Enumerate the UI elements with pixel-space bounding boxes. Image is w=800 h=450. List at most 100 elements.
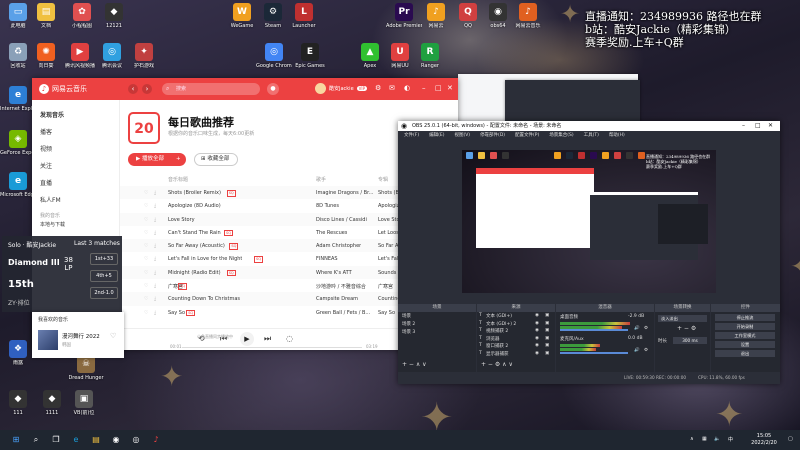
obs-menu-item[interactable]: 文件(F) (404, 133, 419, 138)
maximize-icon[interactable]: □ (755, 121, 761, 131)
scene-item[interactable]: 场景 3 (402, 329, 415, 335)
desktop-icon[interactable]: ▣ VB(前)位 (66, 390, 102, 416)
control-button[interactable]: 退出 (715, 350, 775, 357)
sidebar-item-discover[interactable]: 发现音乐 (40, 110, 64, 119)
add-icon[interactable]: + (176, 153, 181, 166)
source-item[interactable]: T 显示器捕获 ◉ ▣ (479, 351, 553, 358)
desktop-icon[interactable]: ◈ GeForce Experience (0, 130, 36, 156)
edge-icon[interactable]: e (70, 434, 82, 446)
obs-menu-item[interactable]: 工具(T) (584, 133, 599, 138)
desktop-icon[interactable]: L Launcher (286, 3, 322, 29)
heart-icon[interactable]: ♡ (144, 256, 148, 262)
notification-icon[interactable]: ▢ (788, 436, 793, 442)
forward-arrow-icon[interactable]: › (142, 84, 152, 94)
user-name[interactable]: 酷安Jackie (329, 85, 354, 92)
heart-icon[interactable]: ♡ (110, 332, 116, 340)
desktop-icon[interactable]: E Epic Games (292, 43, 328, 69)
eye-icon[interactable]: ◉ (535, 328, 539, 333)
source-item[interactable]: T 视频捕获 2 ◉ ▣ (479, 328, 553, 335)
source-item[interactable]: T 浏览器 ◉ ▣ (479, 336, 553, 343)
desktop-icon[interactable]: ◆ 1111 (34, 390, 70, 416)
obs-menu-item[interactable]: 编辑(E) (429, 133, 444, 138)
lock-icon[interactable]: ▣ (545, 321, 549, 326)
minimize-icon[interactable]: – (422, 84, 426, 92)
task-view-icon[interactable]: ❐ (50, 434, 62, 446)
desktop-icon[interactable]: ◎ Google Chrome (256, 43, 292, 69)
download-icon[interactable]: ⤓ (154, 217, 156, 223)
clock[interactable]: 15:05 2022/2/20 (744, 433, 784, 447)
volume-icon[interactable]: 🔈 (714, 436, 720, 442)
desktop-icon[interactable]: ◎ 腾讯会议 (94, 43, 130, 69)
gear-icon[interactable]: ⚙ (644, 348, 648, 353)
heart-icon[interactable]: ♡ (144, 203, 148, 209)
heart-icon[interactable]: ♡ (144, 283, 148, 289)
sidebar-item-fm[interactable]: 私人FM (40, 195, 61, 204)
sidebar-item-local[interactable]: 本地与下载 (40, 221, 65, 228)
source-item[interactable]: T 文本 (GDI+) 2 ◉ ▣ (479, 321, 553, 328)
desktop-icon[interactable]: ✺ 向日葵 (28, 43, 64, 69)
speaker-icon[interactable]: 🔊 (634, 326, 640, 331)
desktop-icon[interactable]: R Ranger (412, 43, 448, 69)
sidebar-item-podcast[interactable]: 播客 (40, 127, 52, 136)
close-icon[interactable]: ✕ (447, 84, 453, 92)
speaker-icon[interactable]: 🔊 (634, 348, 640, 353)
desktop-icon[interactable]: ✦ 护石游戏 (126, 43, 162, 69)
obs-preview[interactable]: 直播通知：234989936 路径也在群 b站：酷安Jackie（精彩集锦） 赛… (462, 150, 716, 293)
download-icon[interactable]: ⤓ (154, 230, 156, 236)
col-artist[interactable]: 歌手 (316, 176, 326, 183)
add-source-icon[interactable]: + − ⚙ ∧ ∨ (481, 361, 513, 368)
liked-music-popup[interactable]: 我喜欢的音乐 漫河舞行 2022 韩国 ♡ (32, 312, 124, 358)
lock-icon[interactable]: ▣ (545, 351, 549, 356)
network-icon[interactable]: ▦ (702, 436, 707, 442)
desktop-icon[interactable]: ▤ 文档 (28, 3, 64, 29)
desktop-icon[interactable]: e Microsoft Edge (0, 172, 36, 198)
desktop-icon[interactable]: ☠ Dread Hunger (68, 355, 104, 381)
scene-item[interactable]: 场景 2 (402, 321, 415, 327)
control-button[interactable]: 停止推流 (715, 314, 775, 321)
play-all-button[interactable]: ▶ 播放全部 + (128, 153, 186, 166)
settings-gear-icon[interactable]: ⚙ (375, 84, 381, 92)
desktop-icon[interactable]: ◆ 111 (0, 390, 36, 416)
obs-menu-item[interactable]: 视图(V) (454, 133, 470, 138)
volume-slider[interactable] (560, 352, 628, 354)
album-cover[interactable] (38, 330, 58, 350)
search-icon[interactable]: ⌕ (30, 434, 42, 446)
sidebar-item-follow[interactable]: 关注 (40, 161, 52, 170)
source-item[interactable]: T 文本 (GDI+) ◉ ▣ (479, 313, 553, 320)
minimize-icon[interactable]: – (742, 121, 745, 131)
skin-icon[interactable]: ◐ (404, 84, 410, 92)
heart-icon[interactable]: ♡ (144, 230, 148, 236)
avatar[interactable] (315, 83, 326, 94)
eye-icon[interactable]: ◉ (535, 321, 539, 326)
sidebar-item-video[interactable]: 视频 (40, 144, 52, 153)
heart-icon[interactable]: ♡ (144, 190, 148, 196)
file-explorer-icon[interactable]: ▤ (90, 434, 102, 446)
download-icon[interactable]: ⤓ (154, 270, 156, 276)
netease-titlebar[interactable]: ♪ 网易云音乐 ‹ › ⌕ 搜索 ● 酷安Jackie VIP ⚙ ✉ ◐ – … (32, 78, 458, 100)
obs-titlebar[interactable]: ◉ OBS 25.0.1 (64-bit, windows) - 配置文件: 未… (398, 121, 780, 131)
lock-icon[interactable]: ▣ (545, 328, 549, 333)
download-icon[interactable]: ⤓ (154, 296, 156, 302)
transition-add-remove-icon[interactable]: + − ⚙ (677, 325, 696, 332)
control-button[interactable]: 工作室模式 (715, 332, 775, 339)
desktop-icon[interactable]: ♪ 网易云 (418, 3, 454, 29)
next-icon[interactable]: ⏭ (264, 334, 271, 344)
gear-icon[interactable]: ⚙ (644, 326, 648, 331)
download-icon[interactable]: ⤓ (154, 243, 156, 249)
eye-icon[interactable]: ◉ (535, 313, 539, 318)
app-taskbar-icon[interactable]: ◎ (130, 434, 142, 446)
eye-icon[interactable]: ◉ (535, 351, 539, 356)
obs-menu-item[interactable]: 停靠部件(D) (480, 133, 505, 138)
heart-icon[interactable]: ♡ (144, 243, 148, 249)
lock-icon[interactable]: ▣ (545, 343, 549, 348)
col-title[interactable]: 音乐标题 (168, 176, 188, 183)
heart-icon[interactable]: ♡ (144, 217, 148, 223)
play-button[interactable]: ▶ (240, 332, 254, 346)
source-item[interactable]: T 窗口捕获 2 ◉ ▣ (479, 343, 553, 350)
obs-taskbar-icon[interactable]: ◉ (110, 434, 122, 446)
search-input[interactable]: ⌕ 搜索 (162, 83, 260, 95)
lyric-toggle-icon[interactable]: ◌ (286, 334, 293, 343)
obs-menu-item[interactable]: 场景集合(S) (549, 133, 573, 138)
maximize-icon[interactable]: □ (435, 84, 442, 92)
user-profile[interactable]: 酷安Jackie VIP (315, 83, 367, 94)
